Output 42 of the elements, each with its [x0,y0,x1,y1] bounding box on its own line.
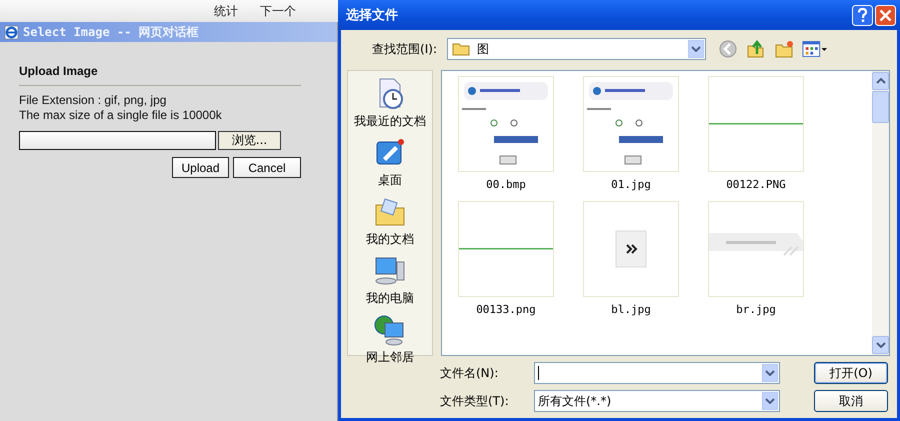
cancel-button[interactable]: 取消 [814,390,888,412]
place-item[interactable]: 我的文档 [366,195,414,248]
browse-button[interactable]: 浏览... [218,131,281,150]
help-icon[interactable] [852,4,873,26]
scroll-up-icon[interactable] [876,78,886,84]
section-heading: Upload Image [19,64,99,78]
place-item[interactable]: 我的电脑 [366,254,414,307]
file-name-label: 文件名(N): [440,364,500,382]
window-title: Select Image -- 网页对话框 [23,24,199,40]
dialog-button[interactable]: Upload [172,157,229,178]
info-text: File Extension : gif, png, jpg [19,93,168,108]
view-menu-icon[interactable] [802,39,828,59]
file-type-dropdown[interactable]: 所有文件(*.*) [534,390,780,412]
file-type-label: 文件类型(T): [440,392,510,410]
file-name-field[interactable] [534,362,780,384]
file-path-field[interactable] [19,131,216,150]
folder-icon [452,42,470,56]
dialog-button[interactable]: Cancel [233,157,301,178]
place-item[interactable]: 桌面 [373,136,407,189]
look-in-label: 查找范围(I): [371,40,438,58]
browser-icon [4,24,19,40]
toolbar-item[interactable]: 下一个 [260,2,296,20]
scrollbar[interactable] [872,71,889,355]
new-folder-icon[interactable] [774,39,794,59]
look-in-dropdown[interactable]: 图 [447,38,706,60]
back-icon[interactable] [718,39,738,59]
file-name: 01.jpg [611,178,651,191]
file-name: bl.jpg [611,303,651,316]
close-icon[interactable] [875,4,896,26]
file-name: 00133.png [476,303,536,316]
open-button[interactable]: 打开(O) [814,362,888,384]
file-name: br.jpg [736,303,776,316]
window-title: 选择文件 [346,6,398,24]
place-item[interactable]: 网上邻居 [366,313,414,366]
scroll-down-icon[interactable] [876,342,886,348]
up-folder-icon[interactable] [746,39,766,59]
file-name: 00122.PNG [726,178,786,191]
file-name: 00.bmp [486,178,526,191]
info-text: The max size of a single file is 10000k [19,108,223,123]
scroll-thumb[interactable] [872,91,889,123]
place-item[interactable]: 我最近的文档 [354,77,426,130]
toolbar-item[interactable]: 统计 [214,2,238,20]
